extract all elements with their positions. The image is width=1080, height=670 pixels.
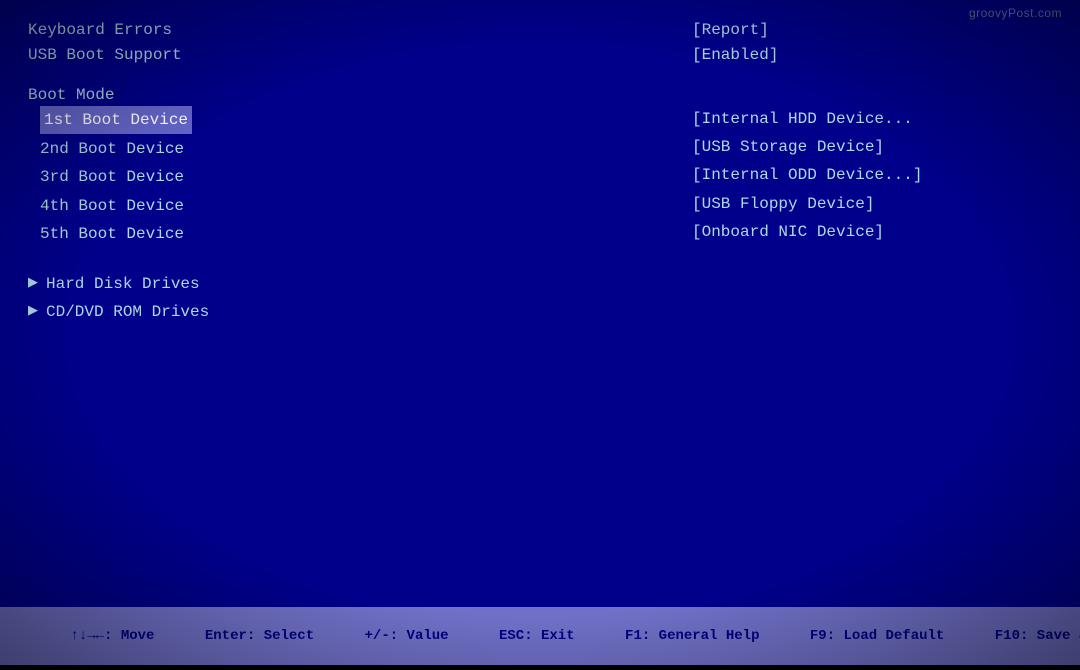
boot-device-4th[interactable]: 4th Boot Device: [28, 193, 192, 219]
boot-mode-label[interactable]: Boot Mode: [28, 86, 1052, 104]
boot-device-3rd-value: [Internal ODD Device...]: [692, 162, 1052, 188]
top-values: [Report] [Enabled]: [692, 18, 1052, 68]
boot-section: Boot Mode 1st Boot Device 2nd Boot Devic…: [28, 86, 1052, 248]
drives-block: ▶ Hard Disk Drives ▶ CD/DVD ROM Drives: [28, 270, 1052, 326]
boot-device-2nd[interactable]: 2nd Boot Device: [28, 136, 192, 162]
status-f10: F10: Save and Reset: [944, 602, 1080, 669]
enter-key: Enter: [205, 628, 247, 644]
f9-key: F9: [810, 628, 827, 644]
boot-devices-right: [Internal HDD Device... [USB Storage Dev…: [692, 106, 1052, 248]
value-key: +/-: [365, 628, 390, 644]
f10-desc: : Save and Reset: [1020, 628, 1080, 644]
move-desc: : Move: [104, 628, 154, 644]
status-f1: F1: General Help: [575, 602, 760, 669]
status-move: ↑↓→←: Move: [20, 602, 154, 669]
main-content: groovyPost.com Keyboard Errors USB Boot …: [0, 0, 1080, 607]
boot-device-2nd-value: [USB Storage Device]: [692, 134, 1052, 160]
keyboard-errors-label[interactable]: Keyboard Errors: [28, 18, 182, 43]
usb-boot-label[interactable]: USB Boot Support: [28, 43, 182, 68]
boot-device-4th-value: [USB Floppy Device]: [692, 191, 1052, 217]
esc-desc: : Exit: [524, 628, 574, 644]
f10-key: F10: [995, 628, 1020, 644]
usb-boot-value[interactable]: [Enabled]: [692, 43, 1052, 68]
f1-key: F1: [625, 628, 642, 644]
boot-devices-left: 1st Boot Device 2nd Boot Device 3rd Boot…: [28, 106, 192, 248]
cd-dvd-drives[interactable]: ▶ CD/DVD ROM Drives: [28, 298, 1052, 326]
top-labels: Keyboard Errors USB Boot Support: [28, 18, 182, 68]
move-key: ↑↓→←: [70, 628, 104, 644]
hdd-arrow-icon: ▶: [28, 272, 38, 295]
keyboard-errors-value[interactable]: [Report]: [692, 18, 1052, 43]
cdvd-arrow-icon: ▶: [28, 300, 38, 323]
f9-desc: : Load Default: [827, 628, 945, 644]
top-settings-row: Keyboard Errors USB Boot Support [Report…: [28, 18, 1052, 68]
hard-disk-drives[interactable]: ▶ Hard Disk Drives: [28, 270, 1052, 298]
status-esc: ESC: Exit: [449, 602, 575, 669]
boot-device-1st[interactable]: 1st Boot Device: [28, 106, 192, 134]
boot-device-1st-value: [Internal HDD Device...: [692, 106, 1052, 132]
enter-desc: : Select: [247, 628, 314, 644]
value-desc: : Value: [390, 628, 449, 644]
boot-device-5th[interactable]: 5th Boot Device: [28, 221, 192, 247]
boot-devices-block: 1st Boot Device 2nd Boot Device 3rd Boot…: [28, 106, 1052, 248]
watermark: groovyPost.com: [969, 6, 1062, 20]
status-f9: F9: Load Default: [759, 602, 944, 669]
status-enter: Enter: Select: [154, 602, 314, 669]
boot-device-3rd[interactable]: 3rd Boot Device: [28, 164, 192, 190]
esc-key: ESC: [499, 628, 524, 644]
bios-screen: groovyPost.com Keyboard Errors USB Boot …: [0, 0, 1080, 665]
boot-device-5th-value: [Onboard NIC Device]: [692, 219, 1052, 245]
status-bar: ↑↓→←: Move Enter: Select +/-: Value ESC:…: [0, 607, 1080, 665]
f1-desc: : General Help: [642, 628, 760, 644]
status-value: +/-: Value: [314, 602, 448, 669]
